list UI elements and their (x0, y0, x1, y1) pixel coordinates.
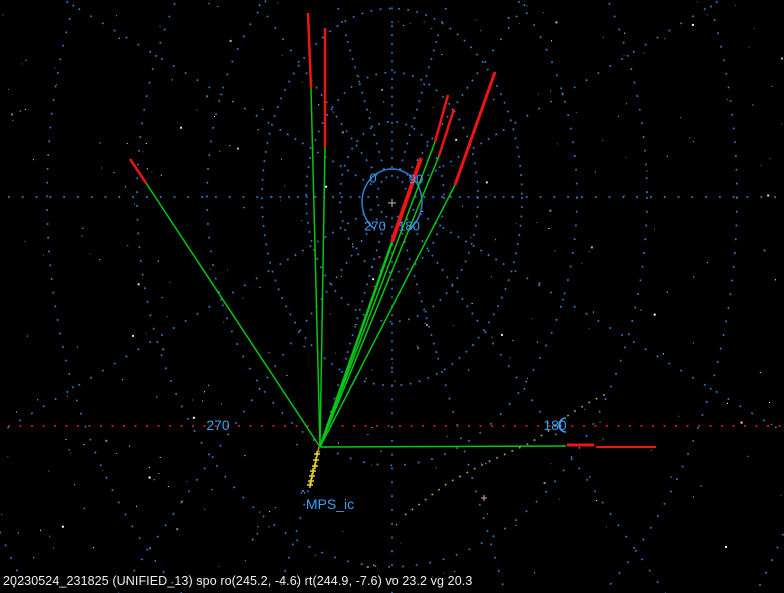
observed-segment-line (453, 71, 497, 186)
observed-segment-line (306, 12, 313, 89)
meteor-track-4[interactable] (318, 157, 423, 448)
meteor-track-5[interactable] (319, 94, 450, 448)
unified-trajectory-line (145, 182, 321, 448)
radiant-center-cross (388, 199, 396, 207)
ecliptic-line (404, 392, 609, 516)
app-window: 0 90 270 180 270 180 ^ MPS_ic 20230524_231825 (… (0, 0, 784, 593)
unified-trajectory-line (319, 445, 567, 448)
trail-plus-marker (309, 473, 315, 479)
unified-trajectory-line (319, 184, 456, 448)
trail-plus-marker (313, 457, 319, 463)
observed-segment-line (390, 157, 423, 243)
meteor-track-1[interactable] (128, 158, 321, 448)
status-bar: 20230524_231825 (UNIFIED_13) spo ro(245.… (0, 569, 784, 593)
unified-trajectory-line (310, 87, 321, 448)
unified-trajectory-line (319, 141, 436, 448)
trail-plus-marker (307, 482, 313, 488)
meteor-track-6[interactable] (319, 108, 456, 448)
meteor-track-8[interactable] (319, 443, 656, 448)
trail-plus-marker (308, 478, 314, 484)
meteor-track-2[interactable] (306, 12, 321, 448)
meteor-track-7[interactable] (319, 71, 497, 448)
star-field (1, 1, 783, 588)
status-text: 20230524_231825 (UNIFIED_13) spo ro(245.… (3, 574, 473, 588)
observed-segment-line (128, 158, 148, 184)
unified-trajectory-line (319, 146, 326, 448)
faint-cross-marker (481, 495, 487, 501)
station-trail (307, 446, 320, 488)
meteor-track-3[interactable] (319, 28, 327, 448)
meteor-tracks (128, 12, 656, 448)
graticule-radial-lines (0, 0, 784, 593)
sky-map-canvas[interactable] (0, 0, 784, 593)
